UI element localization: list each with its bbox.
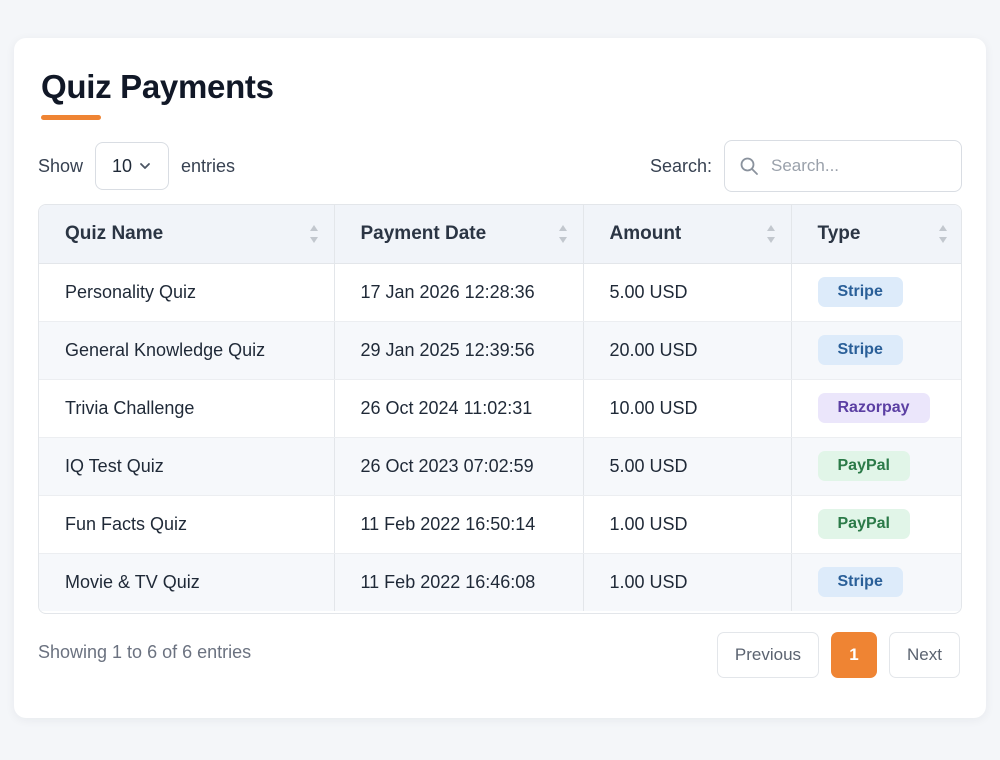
cell-quiz-name: Personality Quiz	[39, 263, 335, 322]
payments-table: Quiz Name Payment Date Amount Type Perso…	[39, 205, 961, 611]
cell-amount: 1.00 USD	[583, 495, 792, 554]
cell-payment-date: 11 Feb 2022 16:50:14	[334, 495, 584, 554]
cell-amount: 5.00 USD	[583, 263, 792, 322]
cell-amount: 1.00 USD	[583, 553, 792, 611]
page-title: Quiz Payments	[41, 68, 274, 105]
entries-label: entries	[181, 155, 236, 176]
cell-payment-date: 29 Jan 2025 12:39:56	[334, 321, 584, 380]
table-row: Movie & TV Quiz 11 Feb 2022 16:46:08 1.0…	[39, 553, 961, 611]
entries-select[interactable]: 10	[95, 142, 170, 190]
cell-payment-date: 26 Oct 2024 11:02:31	[334, 379, 584, 438]
search-control: Search:	[650, 140, 962, 192]
sort-icon	[309, 224, 318, 243]
next-button[interactable]: Next	[889, 632, 960, 678]
quiz-payments-card: Quiz Payments Show 10 entries Search: Se…	[14, 38, 986, 718]
header-label: Quiz Name	[65, 222, 164, 244]
cell-type: PayPal	[791, 495, 961, 554]
chevron-down-icon	[140, 163, 150, 169]
type-badge: PayPal	[817, 509, 910, 539]
cell-amount: 10.00 USD	[583, 379, 792, 438]
cell-quiz-name: Trivia Challenge	[39, 379, 335, 438]
page-1-button[interactable]: 1	[831, 632, 878, 678]
type-badge: PayPal	[817, 451, 910, 481]
previous-button[interactable]: Previous	[716, 632, 820, 678]
cell-payment-date: 11 Feb 2022 16:46:08	[334, 553, 584, 611]
table-row: IQ Test Quiz 26 Oct 2023 07:02:59 5.00 U…	[39, 437, 961, 496]
cell-quiz-name: Movie & TV Quiz	[39, 553, 335, 611]
entries-control: Show 10 entries	[38, 142, 235, 190]
show-label: Show	[38, 155, 84, 176]
cell-payment-date: 26 Oct 2023 07:02:59	[334, 437, 584, 496]
sort-icon	[939, 224, 947, 243]
entries-select-value: 10	[112, 155, 133, 176]
sort-icon	[558, 224, 567, 243]
payments-table-wrapper: Quiz Name Payment Date Amount Type Perso…	[38, 204, 962, 614]
header-label: Type	[817, 222, 861, 244]
cell-quiz-name: Fun Facts Quiz	[39, 495, 335, 554]
table-row: Fun Facts Quiz 11 Feb 2022 16:50:14 1.00…	[39, 495, 961, 554]
title-underline	[41, 115, 101, 120]
cell-amount: 5.00 USD	[583, 437, 792, 496]
cell-type: Stripe	[791, 263, 961, 322]
cell-type: Stripe	[791, 553, 961, 611]
type-badge: Stripe	[817, 277, 903, 307]
type-badge: Stripe	[817, 335, 903, 365]
type-badge: Razorpay	[817, 393, 930, 423]
cell-type: Stripe	[791, 321, 961, 380]
cell-amount: 20.00 USD	[583, 321, 792, 380]
header-amount[interactable]: Amount	[583, 205, 792, 264]
cell-type: PayPal	[791, 437, 961, 496]
pagination-info: Showing 1 to 6 of 6 entries	[38, 642, 252, 662]
cell-quiz-name: IQ Test Quiz	[39, 437, 335, 496]
search-input[interactable]	[771, 156, 941, 176]
search-label: Search:	[649, 155, 712, 176]
type-badge: Stripe	[817, 567, 903, 598]
cell-quiz-name: General Knowledge Quiz	[39, 321, 335, 380]
table-header-row: Quiz Name Payment Date Amount Type	[39, 205, 961, 264]
header-type[interactable]: Type	[791, 205, 961, 264]
search-icon	[740, 157, 758, 175]
header-payment-date[interactable]: Payment Date	[334, 205, 584, 264]
search-box[interactable]	[724, 140, 962, 192]
header-quiz-name[interactable]: Quiz Name	[39, 205, 335, 264]
pagination: Previous 1 Next	[716, 632, 960, 678]
cell-type: Razorpay	[791, 379, 961, 438]
table-row: Trivia Challenge 26 Oct 2024 11:02:31 10…	[39, 379, 961, 438]
header-label: Amount	[609, 222, 682, 244]
sort-icon	[766, 224, 775, 243]
table-row: General Knowledge Quiz 29 Jan 2025 12:39…	[39, 321, 961, 380]
cell-payment-date: 17 Jan 2026 12:28:36	[334, 263, 584, 322]
table-row: Personality Quiz 17 Jan 2026 12:28:36 5.…	[39, 263, 961, 322]
header-label: Payment Date	[360, 222, 487, 244]
